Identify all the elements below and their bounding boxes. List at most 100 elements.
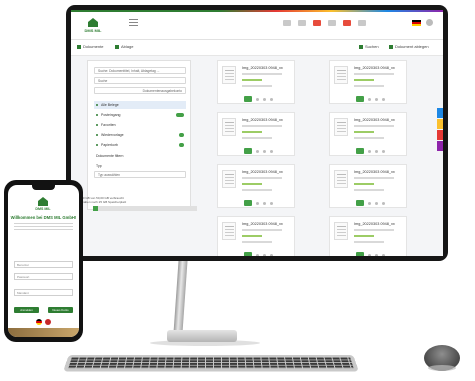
color-strip [71,10,443,12]
mouse [424,345,460,371]
storage-progress [93,206,197,211]
flag-de-icon[interactable] [412,20,421,26]
card-actions [356,252,385,256]
nav-item-resubmission[interactable]: Wiedervorlage [94,131,186,139]
bullet-icon [96,114,98,116]
account-select[interactable]: Dokumentenausgabekonto [94,87,186,94]
filter-panel: Suche: Dokumenttitel, Inhalt, Ablagetag … [87,60,191,210]
document-thumbnail [334,66,348,84]
phone-notch [32,185,55,190]
nav-item-trash[interactable]: Papierkorb [94,141,186,149]
toolbar-item-search[interactable]: Suchen [359,44,379,49]
toolbar: Dokumente Ablage Suchen Dokument ablegen [71,40,443,56]
open-button[interactable] [356,148,364,154]
bell-icon[interactable] [298,20,306,26]
document-name: Img_20220303 0948_xx [242,66,283,70]
document-card[interactable]: Img_20220303 0948_xx [217,60,295,104]
app-logo[interactable]: DMS MIL [83,16,103,36]
side-tab-purple[interactable] [437,141,443,151]
help-icon[interactable] [358,20,366,26]
phone-logo: DMS MIL [35,197,51,213]
client-field[interactable]: Mandant [14,289,73,296]
nav-item-all[interactable]: Alle Belege [94,101,186,109]
storage-progress-fill [93,206,99,211]
login-button[interactable]: Anmelden [14,307,39,313]
storage-note: 25,00 GB von 50,00 GB verbraucht Sie hab… [77,196,127,204]
document-card[interactable]: Img_20220303 0948_xx [217,216,295,256]
header-icons [283,20,366,26]
type-select[interactable]: Typ auswählen [94,171,186,178]
app-screen: DMS MIL Dokumente Ablage Suchen Dokument… [71,10,443,256]
bullet-icon [96,124,98,126]
grid-icon[interactable] [283,20,291,26]
password-field[interactable]: Passwort [14,273,73,280]
card-actions [244,200,273,206]
user-icon[interactable] [426,19,433,26]
upload-icon [389,44,393,49]
mail-icon[interactable] [313,20,321,26]
nav-item-favorites[interactable]: Favoriten [94,121,186,129]
open-button[interactable] [356,200,364,206]
toolbar-item-archive[interactable]: Ablage [115,44,133,49]
card-actions [244,148,273,154]
side-tab-blue[interactable] [437,108,443,118]
hamburger-menu-icon[interactable] [129,19,138,26]
open-button[interactable] [356,96,364,102]
side-tab-red[interactable] [437,130,443,140]
logo-text: DMS MIL [84,28,102,33]
toolbar-item-documents[interactable]: Dokumente [77,44,103,49]
filter-input[interactable]: Suche [94,77,186,84]
type-label: Typ [96,164,102,168]
document-thumbnail [222,66,236,84]
document-card[interactable]: Img_20220303 0948_xx [217,164,295,208]
bullet-icon [96,144,98,146]
register-button[interactable]: Neues Konto [48,307,73,313]
welcome-text [14,222,73,232]
document-card[interactable]: Img_20220303 0948_xx [217,112,295,156]
document-card[interactable]: Img_20220303 0948_xx [329,216,407,256]
document-card[interactable]: Img_20220303 0948_xx [329,60,407,104]
document-thumbnail [222,222,236,240]
document-card[interactable]: Img_20220303 0948_xx [329,164,407,208]
archive-icon [115,44,119,49]
document-card[interactable]: Img_20220303 0948_xx [329,112,407,156]
search-input[interactable]: Suche: Dokumenttitel, Inhalt, Ablagetag … [94,67,186,74]
open-button[interactable] [244,252,252,256]
notification-icon[interactable] [343,20,351,26]
bullet-icon [96,134,98,136]
phone-brand: DMS MIL [35,207,51,211]
side-tab-yellow[interactable] [437,119,443,129]
card-actions [356,96,385,102]
open-button[interactable] [244,200,252,206]
settings-icon[interactable] [328,20,336,26]
count-badge [176,113,184,117]
toolbar-item-upload[interactable]: Dokument ablegen [389,44,429,49]
username-field[interactable]: Benutzer [14,261,73,268]
document-thumbnail [334,222,348,240]
open-button[interactable] [356,252,364,256]
section-label[interactable]: Dokumente filtern [94,152,186,160]
keyboard-keys [68,357,354,369]
monitor-base [167,330,237,342]
count-badge [179,133,184,137]
bullet-icon [96,104,98,106]
document-name: Img_20220303 0948_xx [354,170,395,174]
nav-item-inbox[interactable]: Posteingang [94,111,186,119]
flag-en-icon[interactable] [45,319,51,325]
card-actions [356,200,385,206]
document-thumbnail [222,118,236,136]
card-actions [244,96,273,102]
card-actions [356,148,385,154]
document-name: Img_20220303 0948_xx [354,118,395,122]
document-thumbnail [334,170,348,188]
card-actions [244,252,273,256]
open-button[interactable] [244,148,252,154]
side-tabs [437,108,443,152]
smartphone: DMS MIL Willkommen bei DMS MIL GmbH! Ben… [4,180,83,342]
keyboard [63,354,359,372]
document-name: Img_20220303 0948_xx [242,118,283,122]
desktop-monitor: DMS MIL Dokumente Ablage Suchen Dokument… [66,5,448,261]
phone-footer-image [8,328,79,337]
open-button[interactable] [244,96,252,102]
flag-de-icon[interactable] [36,319,42,325]
